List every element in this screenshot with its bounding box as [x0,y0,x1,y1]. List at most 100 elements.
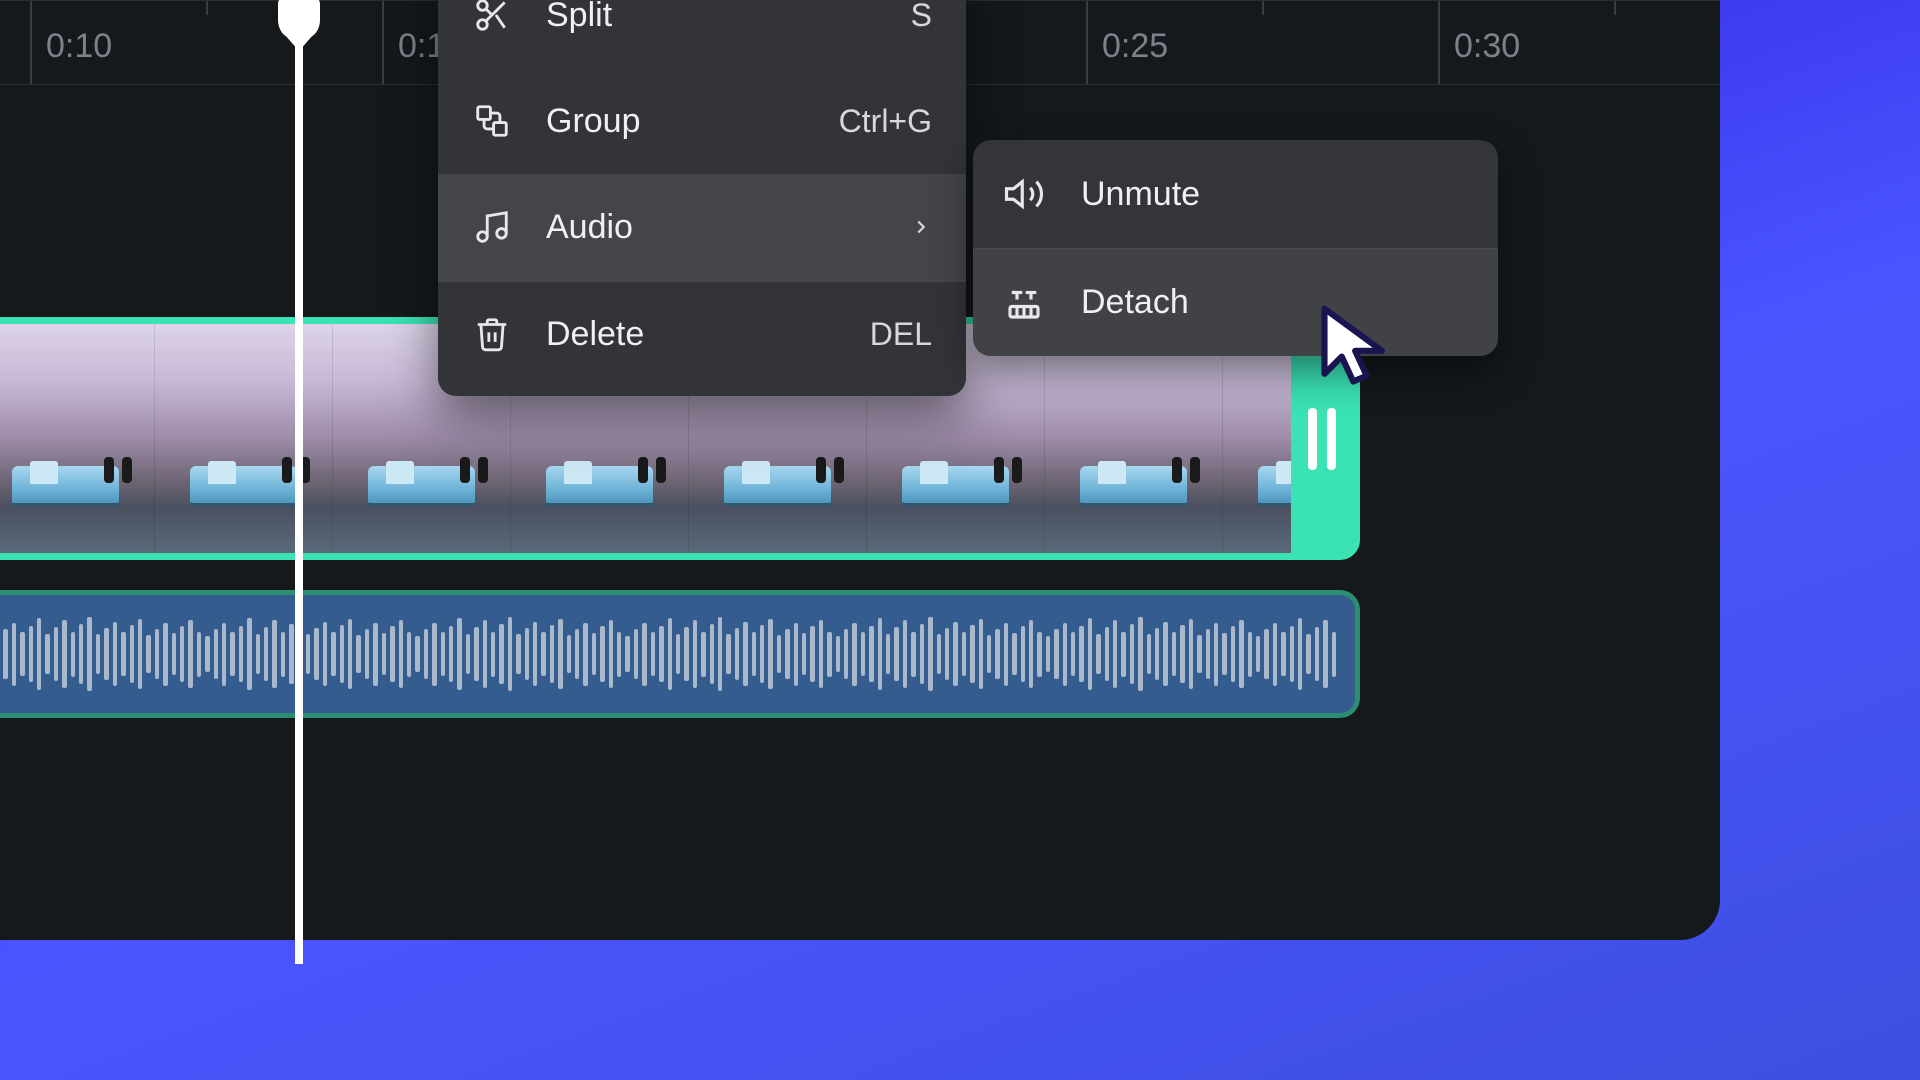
waveform-bar [1298,618,1302,690]
waveform-bar [407,632,411,677]
playhead-handle[interactable] [278,0,320,38]
waveform-bar [1222,633,1226,674]
waveform-bar [768,619,772,689]
waveform-bar [62,620,66,688]
audio-clip[interactable] [0,590,1360,718]
waveform-bar [1323,620,1327,688]
waveform-bar [399,620,403,688]
waveform-bar [1147,634,1151,674]
menu-item-label: Group [546,102,805,141]
context-menu: SplitSGroupCtrl+GAudioDeleteDEL [438,0,966,396]
waveform-bar [390,626,394,682]
ruler-tick-label: 0:30 [1454,27,1520,66]
waveform-bar [1180,625,1184,683]
waveform-bar [625,636,629,672]
waveform-bar [1155,628,1159,680]
waveform-bar [3,629,7,679]
waveform-bar [188,620,192,688]
waveform-bar [844,629,848,679]
waveform-bar [1121,632,1125,677]
submenu-item-unmute[interactable]: Unmute [973,140,1498,248]
playhead-line [295,44,303,964]
waveform-bar [676,634,680,675]
submenu-item-detach[interactable]: Detach [973,248,1498,356]
waveform-bar [878,618,882,690]
waveform-bar [340,625,344,683]
waveform-bar [323,622,327,687]
playhead[interactable] [278,0,320,964]
waveform-bar [356,635,360,673]
waveform-bar [693,620,697,688]
waveform-bar [180,626,184,682]
ruler-tick: 0:25 [1086,1,1168,84]
waveform-bar [230,632,234,675]
waveform-bar [130,625,134,683]
waveform-bar [802,633,806,674]
menu-item-delete[interactable]: DeleteDEL [438,280,966,386]
menu-item-shortcut: DEL [870,316,932,353]
waveform-bar [945,628,949,680]
speaker-icon [1003,173,1045,215]
waveform-bar [516,634,520,674]
waveform-bar [466,634,470,675]
waveform-bar [995,629,999,679]
waveform-bar [659,626,663,682]
waveform-bar [441,632,445,675]
waveform-bar [415,636,419,672]
waveform-bar [138,619,142,689]
video-thumbnail [0,324,155,553]
waveform-bar [54,627,58,681]
waveform-bar [937,634,941,674]
waveform-bar [1290,626,1294,682]
waveform-bar [600,626,604,682]
waveform-bar [1172,632,1176,675]
waveform-bar [777,635,781,673]
waveform-bar [449,626,453,682]
waveform-bar [1264,629,1268,679]
waveform-bar [1105,627,1109,681]
waveform-bar [794,623,798,686]
waveform-bar [205,636,209,672]
waveform-bar [508,617,512,691]
detach-icon [1003,282,1045,324]
waveform-bar [710,624,714,683]
waveform-bar [743,622,747,687]
menu-item-split[interactable]: SplitS [438,0,966,68]
waveform-bar [1113,620,1117,688]
waveform-bar [331,632,335,675]
waveform-bar [819,620,823,688]
waveform-bar [567,635,571,673]
waveform-bar [760,625,764,683]
waveform-bar [962,632,966,675]
waveform-bar [1332,632,1336,677]
waveform-bar [1138,617,1142,691]
waveform-bar [1281,632,1285,675]
waveform-bar [365,629,369,679]
waveform-bar [886,634,890,675]
submenu-item-label: Detach [1081,283,1189,322]
waveform-bar [1012,633,1016,674]
waveform-bar [852,623,856,686]
waveform-bar [146,635,150,673]
menu-item-audio[interactable]: Audio [438,174,966,280]
menu-item-group[interactable]: GroupCtrl+G [438,68,966,174]
waveform-bar [533,622,537,687]
ruler-tick-label: 0:25 [1102,27,1168,66]
waveform-bar [1071,632,1075,675]
ruler-minor-tick [1262,1,1264,15]
waveform-bar [953,622,957,687]
ruler-minor-tick [206,1,208,15]
waveform-bar [827,632,831,677]
waveform-bar [155,629,159,679]
waveform-bar [483,620,487,688]
ruler-minor-tick [1614,1,1616,15]
waveform-bar [348,619,352,689]
waveform-bar [735,628,739,680]
waveform-bar [1037,632,1041,677]
cursor-icon [1313,301,1405,393]
waveform-bar [79,624,83,683]
waveform-bar [37,618,41,690]
waveform-bar [894,627,898,681]
waveform-bar [651,632,655,675]
waveform-bar [1163,622,1167,687]
